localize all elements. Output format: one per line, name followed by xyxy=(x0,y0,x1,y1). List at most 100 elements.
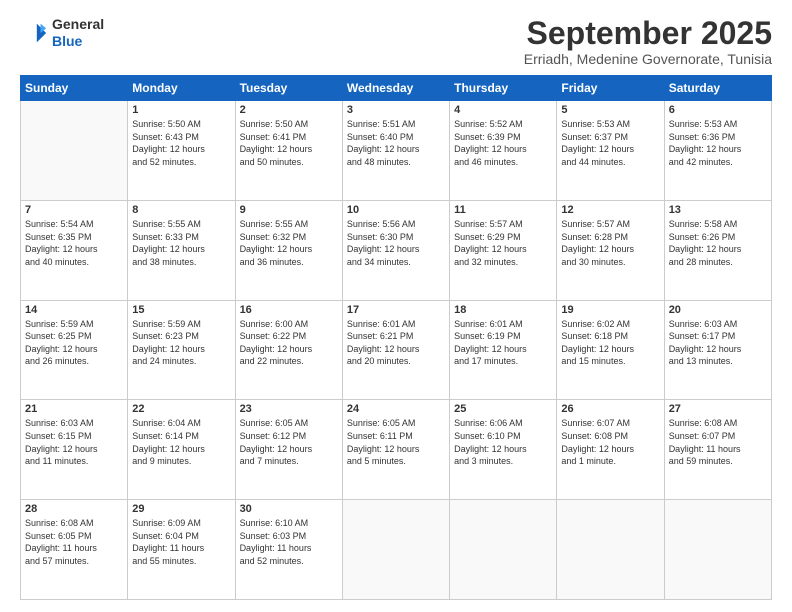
logo-line1: General xyxy=(52,16,104,33)
calendar-cell: 19Sunrise: 6:02 AMSunset: 6:18 PMDayligh… xyxy=(557,300,664,400)
calendar-cell: 5 Sunrise: 5:53 AMSunset: 6:37 PMDaylight… xyxy=(557,101,664,201)
day-info: Sunrise: 5:59 AMSunset: 6:23 PMDaylight:… xyxy=(132,318,230,368)
calendar-cell: 8 Sunrise: 5:55 AMSunset: 6:33 PMDaylight… xyxy=(128,200,235,300)
day-number: 10 xyxy=(347,204,445,216)
day-info: Sunrise: 5:50 AMSunset: 6:43 PMDaylight:… xyxy=(132,118,230,168)
day-number: 16 xyxy=(240,304,338,316)
day-number: 24 xyxy=(347,403,445,415)
day-number: 25 xyxy=(454,403,552,415)
calendar-day-header: Wednesday xyxy=(342,76,449,101)
day-number: 13 xyxy=(669,204,767,216)
logo: General Blue xyxy=(20,16,104,50)
calendar-cell: 13Sunrise: 5:58 AMSunset: 6:26 PMDayligh… xyxy=(664,200,771,300)
logo-line2: Blue xyxy=(52,33,104,50)
day-number: 1 xyxy=(132,104,230,116)
calendar-cell: 15 Sunrise: 5:59 AMSunset: 6:23 PMDayligh… xyxy=(128,300,235,400)
day-info: Sunrise: 5:51 AMSunset: 6:40 PMDaylight:… xyxy=(347,118,445,168)
day-number: 29 xyxy=(132,503,230,515)
header: General Blue September 2025 Erriadh, Med… xyxy=(20,16,772,67)
day-number: 18 xyxy=(454,304,552,316)
day-info: Sunrise: 6:01 AMSunset: 6:21 PMDaylight:… xyxy=(347,318,445,368)
location-title: Erriadh, Medenine Governorate, Tunisia xyxy=(524,51,772,67)
title-block: September 2025 Erriadh, Medenine Governo… xyxy=(524,16,772,67)
day-number: 15 xyxy=(132,304,230,316)
day-info: Sunrise: 5:53 AMSunset: 6:36 PMDaylight:… xyxy=(669,118,767,168)
day-info: Sunrise: 6:09 AMSunset: 6:04 PMDaylight:… xyxy=(132,517,230,567)
calendar-cell: 4 Sunrise: 5:52 AMSunset: 6:39 PMDaylight… xyxy=(450,101,557,201)
day-number: 17 xyxy=(347,304,445,316)
calendar-week-row: 14Sunrise: 5:59 AMSunset: 6:25 PMDayligh… xyxy=(21,300,772,400)
calendar-cell xyxy=(664,500,771,600)
day-number: 5 xyxy=(561,104,659,116)
calendar-cell: 22 Sunrise: 6:04 AMSunset: 6:14 PMDayligh… xyxy=(128,400,235,500)
calendar-cell: 2 Sunrise: 5:50 AMSunset: 6:41 PMDaylight… xyxy=(235,101,342,201)
calendar-cell xyxy=(342,500,449,600)
day-info: Sunrise: 6:03 AMSunset: 6:15 PMDaylight:… xyxy=(25,417,123,467)
calendar-cell: 11 Sunrise: 5:57 AMSunset: 6:29 PMDayligh… xyxy=(450,200,557,300)
day-number: 8 xyxy=(132,204,230,216)
day-info: Sunrise: 6:08 AMSunset: 6:05 PMDaylight:… xyxy=(25,517,123,567)
calendar-week-row: 28 Sunrise: 6:08 AMSunset: 6:05 PMDayligh… xyxy=(21,500,772,600)
calendar-cell: 9Sunrise: 5:55 AMSunset: 6:32 PMDaylight… xyxy=(235,200,342,300)
day-info: Sunrise: 5:53 AMSunset: 6:37 PMDaylight:… xyxy=(561,118,659,168)
calendar-cell: 30Sunrise: 6:10 AMSunset: 6:03 PMDayligh… xyxy=(235,500,342,600)
day-number: 26 xyxy=(561,403,659,415)
calendar-header-row: SundayMondayTuesdayWednesdayThursdayFrid… xyxy=(21,76,772,101)
calendar-cell: 23Sunrise: 6:05 AMSunset: 6:12 PMDayligh… xyxy=(235,400,342,500)
calendar-week-row: 7Sunrise: 5:54 AMSunset: 6:35 PMDaylight… xyxy=(21,200,772,300)
calendar-cell: 27 Sunrise: 6:08 AMSunset: 6:07 PMDayligh… xyxy=(664,400,771,500)
day-info: Sunrise: 5:50 AMSunset: 6:41 PMDaylight:… xyxy=(240,118,338,168)
day-number: 22 xyxy=(132,403,230,415)
calendar-cell: 25Sunrise: 6:06 AMSunset: 6:10 PMDayligh… xyxy=(450,400,557,500)
day-info: Sunrise: 6:01 AMSunset: 6:19 PMDaylight:… xyxy=(454,318,552,368)
calendar-week-row: 21Sunrise: 6:03 AMSunset: 6:15 PMDayligh… xyxy=(21,400,772,500)
calendar-cell: 14Sunrise: 5:59 AMSunset: 6:25 PMDayligh… xyxy=(21,300,128,400)
calendar-cell: 12Sunrise: 5:57 AMSunset: 6:28 PMDayligh… xyxy=(557,200,664,300)
day-number: 28 xyxy=(25,503,123,515)
calendar-table: SundayMondayTuesdayWednesdayThursdayFrid… xyxy=(20,75,772,600)
day-info: Sunrise: 5:55 AMSunset: 6:32 PMDaylight:… xyxy=(240,218,338,268)
day-info: Sunrise: 5:52 AMSunset: 6:39 PMDaylight:… xyxy=(454,118,552,168)
calendar-cell: 28 Sunrise: 6:08 AMSunset: 6:05 PMDayligh… xyxy=(21,500,128,600)
day-info: Sunrise: 6:03 AMSunset: 6:17 PMDaylight:… xyxy=(669,318,767,368)
day-number: 27 xyxy=(669,403,767,415)
calendar-cell xyxy=(450,500,557,600)
day-info: Sunrise: 5:55 AMSunset: 6:33 PMDaylight:… xyxy=(132,218,230,268)
day-info: Sunrise: 6:00 AMSunset: 6:22 PMDaylight:… xyxy=(240,318,338,368)
day-info: Sunrise: 6:05 AMSunset: 6:12 PMDaylight:… xyxy=(240,417,338,467)
day-info: Sunrise: 6:08 AMSunset: 6:07 PMDaylight:… xyxy=(669,417,767,467)
calendar-cell: 24Sunrise: 6:05 AMSunset: 6:11 PMDayligh… xyxy=(342,400,449,500)
calendar-cell xyxy=(557,500,664,600)
day-info: Sunrise: 5:59 AMSunset: 6:25 PMDaylight:… xyxy=(25,318,123,368)
day-number: 19 xyxy=(561,304,659,316)
calendar-cell: 10 Sunrise: 5:56 AMSunset: 6:30 PMDayligh… xyxy=(342,200,449,300)
day-number: 2 xyxy=(240,104,338,116)
calendar-week-row: 1 Sunrise: 5:50 AMSunset: 6:43 PMDaylight… xyxy=(21,101,772,201)
calendar-cell: 17 Sunrise: 6:01 AMSunset: 6:21 PMDayligh… xyxy=(342,300,449,400)
calendar-cell: 18 Sunrise: 6:01 AMSunset: 6:19 PMDayligh… xyxy=(450,300,557,400)
day-info: Sunrise: 6:04 AMSunset: 6:14 PMDaylight:… xyxy=(132,417,230,467)
day-number: 3 xyxy=(347,104,445,116)
day-number: 4 xyxy=(454,104,552,116)
calendar-cell: 1 Sunrise: 5:50 AMSunset: 6:43 PMDaylight… xyxy=(128,101,235,201)
month-title: September 2025 xyxy=(524,16,772,51)
calendar-cell: 16 Sunrise: 6:00 AMSunset: 6:22 PMDayligh… xyxy=(235,300,342,400)
day-number: 20 xyxy=(669,304,767,316)
page: General Blue September 2025 Erriadh, Med… xyxy=(0,0,792,612)
calendar-cell xyxy=(21,101,128,201)
calendar-day-header: Sunday xyxy=(21,76,128,101)
calendar-cell: 29 Sunrise: 6:09 AMSunset: 6:04 PMDayligh… xyxy=(128,500,235,600)
calendar-cell: 3 Sunrise: 5:51 AMSunset: 6:40 PMDaylight… xyxy=(342,101,449,201)
calendar-day-header: Thursday xyxy=(450,76,557,101)
day-info: Sunrise: 6:07 AMSunset: 6:08 PMDaylight:… xyxy=(561,417,659,467)
day-info: Sunrise: 5:54 AMSunset: 6:35 PMDaylight:… xyxy=(25,218,123,268)
calendar-day-header: Monday xyxy=(128,76,235,101)
day-number: 11 xyxy=(454,204,552,216)
calendar-cell: 7Sunrise: 5:54 AMSunset: 6:35 PMDaylight… xyxy=(21,200,128,300)
day-number: 30 xyxy=(240,503,338,515)
day-number: 6 xyxy=(669,104,767,116)
day-info: Sunrise: 5:56 AMSunset: 6:30 PMDaylight:… xyxy=(347,218,445,268)
calendar-cell: 21Sunrise: 6:03 AMSunset: 6:15 PMDayligh… xyxy=(21,400,128,500)
calendar-day-header: Tuesday xyxy=(235,76,342,101)
day-info: Sunrise: 5:57 AMSunset: 6:29 PMDaylight:… xyxy=(454,218,552,268)
